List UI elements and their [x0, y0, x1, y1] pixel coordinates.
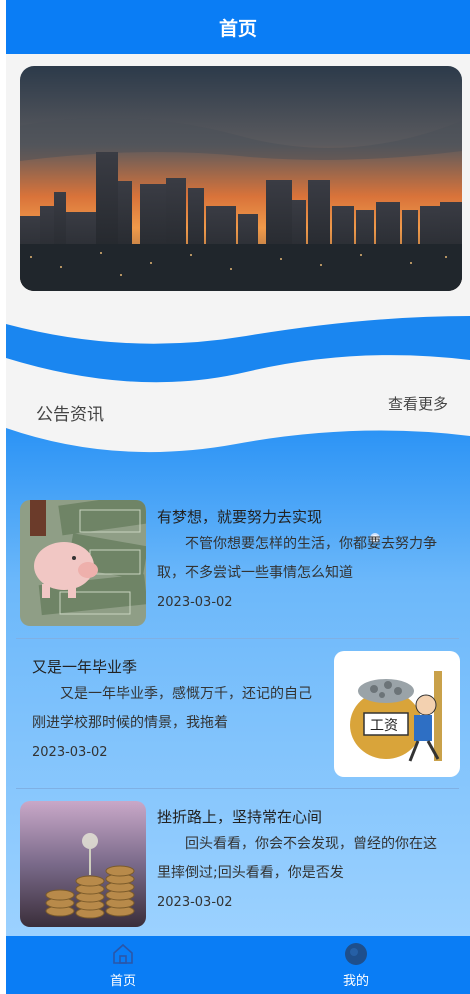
page-header: 首页	[6, 0, 470, 54]
news-title: 又是一年毕业季	[32, 658, 138, 676]
news-date: 2023-03-02	[157, 595, 233, 610]
tab-home-label: 首页	[109, 974, 136, 989]
news-title: 挫折路上，坚持常在心间	[157, 808, 323, 826]
news-item[interactable]: 又是一年毕业季 又是一年毕业季，感慨万千，还记的自己刚进学校那时候的情景，我拖着…	[6, 640, 470, 780]
user-avatar-icon	[345, 943, 367, 965]
salary-bag-cartoon-image: 工资	[334, 651, 460, 777]
banner-carousel[interactable]	[20, 66, 462, 291]
news-item[interactable]: 挫折路上，坚持常在心间 回头看看，你会不会发现，曾经的你在这里摔倒过;回头看看，…	[6, 790, 470, 930]
tab-mine-label: 我的	[342, 974, 369, 989]
divider	[16, 638, 459, 639]
view-more-link[interactable]: 查看更多	[388, 393, 448, 414]
news-summary: 又是一年毕业季，感慨万千，还记的自己刚进学校那时候的情景，我拖着	[32, 686, 312, 731]
piggy-bank-money-image	[20, 500, 146, 626]
city-skyline-image	[20, 66, 462, 291]
app-screen: 首页 公告资讯 查看更多 有梦想，就要努力去实现 不管你想要怎样的生活，你都要去…	[6, 0, 470, 994]
news-date: 2023-03-02	[157, 895, 233, 910]
svg-text:工资: 工资	[370, 718, 398, 734]
tab-mine[interactable]: 我的	[296, 936, 416, 994]
tab-home[interactable]: 首页	[63, 936, 183, 994]
divider	[16, 788, 459, 789]
bottom-tab-bar: 首页 我的	[6, 936, 470, 994]
notice-section-title: 公告资讯	[36, 405, 104, 425]
coin-stacks-growth-image	[20, 801, 146, 927]
news-title: 有梦想，就要努力去实现	[157, 508, 323, 526]
news-item[interactable]: 有梦想，就要努力去实现 不管你想要怎样的生活，你都要去努力争取，不多尝试一些事情…	[6, 490, 470, 630]
news-summary: 不管你想要怎样的生活，你都要去努力争取，不多尝试一些事情怎么知道	[157, 536, 437, 581]
page-title: 首页	[218, 17, 257, 40]
news-date: 2023-03-02	[32, 745, 108, 760]
news-summary: 回头看看，你会不会发现，曾经的你在这里摔倒过;回头看看，你是否发	[157, 836, 437, 881]
home-icon	[113, 943, 133, 964]
